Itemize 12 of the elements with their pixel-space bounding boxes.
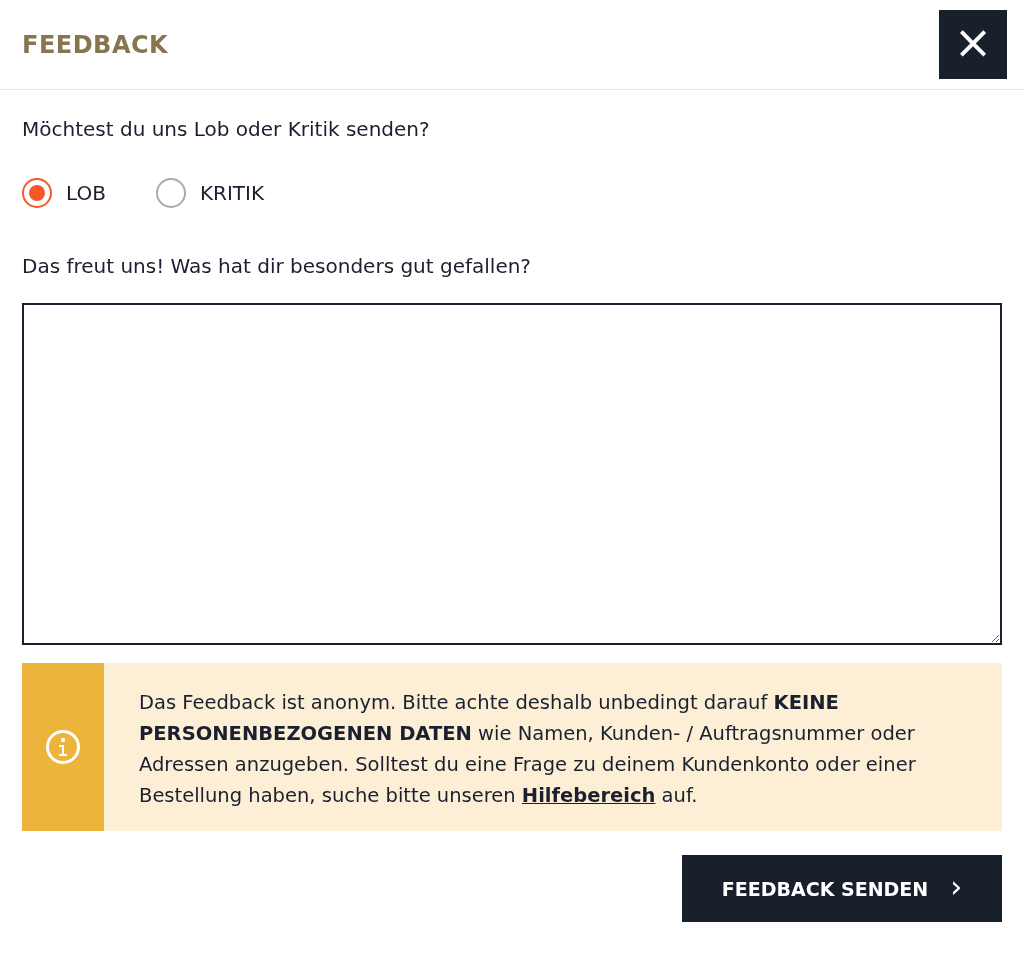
info-icon bbox=[45, 729, 81, 765]
prompt-text: Das freut uns! Was hat dir besonders gut gefallen? bbox=[22, 253, 532, 280]
radio-button[interactable] bbox=[155, 178, 186, 208]
send-feedback-button[interactable]: FEEDBACK SENDEN › bbox=[682, 855, 1002, 922]
notice-text: Das Feedback ist anonym. Bitte achte deshalb unbedingt darauf KEINE PERSONENBEZOGENEN DATEN wie Namen, Kunden- / Auftragsnummer oder Adressen anzugeben. Solltest du eine Frage zu deinem Kundenkonto oder einer Bestellung haben, suche bitte unseren Hilfebereich auf. bbox=[138, 690, 917, 809]
question-text: Möchtest du uns Lob oder Kritik senden? bbox=[22, 116, 431, 143]
radio-button[interactable] bbox=[22, 178, 52, 208]
radio-label[interactable]: LOB bbox=[66, 181, 106, 205]
dialog-title: FEEDBACK bbox=[22, 30, 169, 59]
radio-label[interactable]: KRITIK bbox=[199, 181, 265, 205]
help-link[interactable]: Hilfebereich bbox=[521, 784, 656, 807]
close-button[interactable]: × bbox=[939, 10, 1007, 79]
